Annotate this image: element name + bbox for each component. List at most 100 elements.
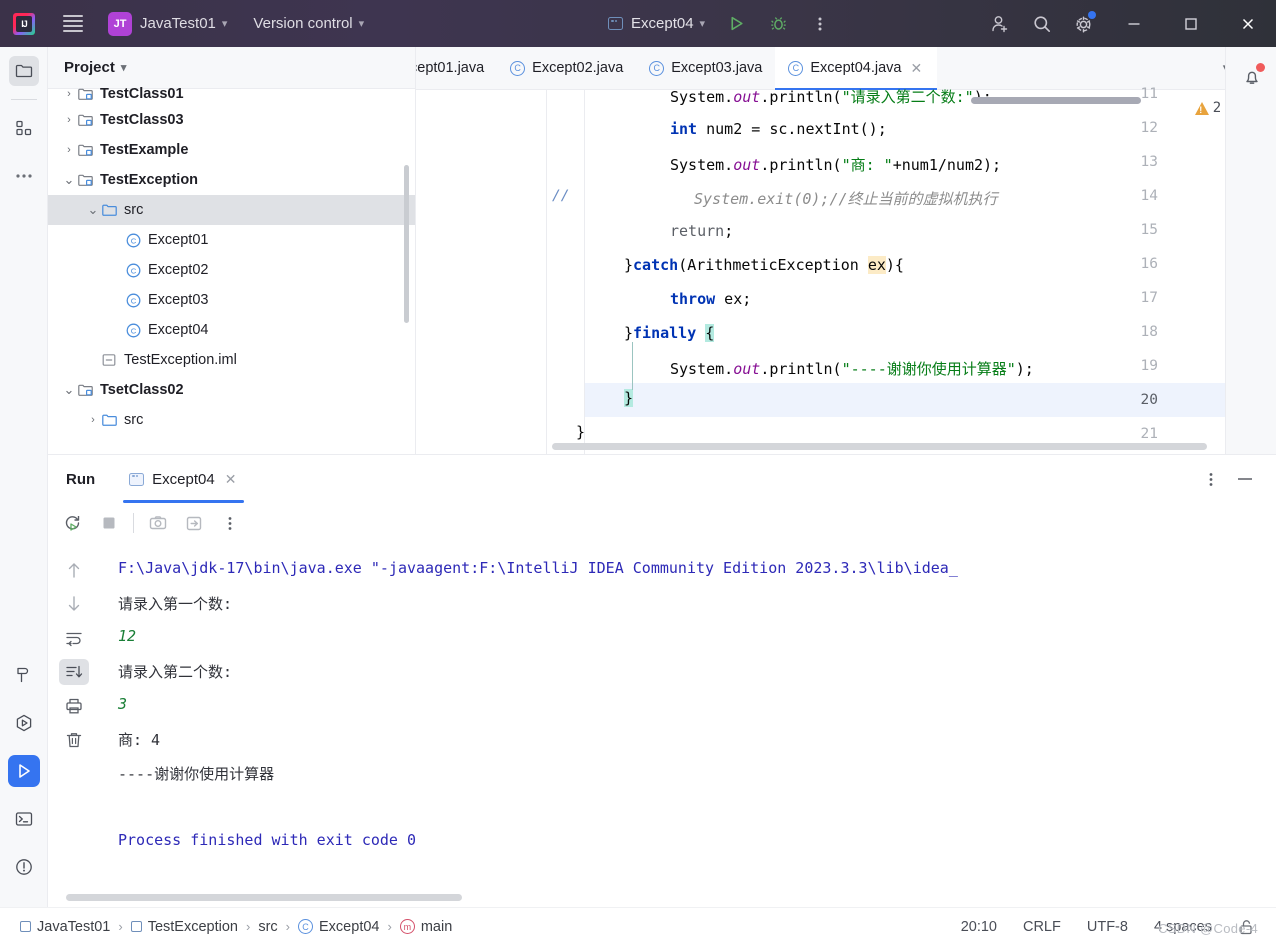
console-line: ----谢谢你使用计算器 (118, 765, 275, 783)
scroll-up-icon[interactable] (48, 553, 100, 587)
project-badge: JT (108, 11, 132, 36)
module-icon (130, 921, 142, 932)
camera-icon[interactable] (141, 507, 175, 539)
close-icon[interactable] (1219, 0, 1276, 47)
close-icon[interactable]: ✕ (223, 471, 239, 488)
file-encoding[interactable]: UTF-8 (1087, 919, 1128, 935)
chevron-down-icon[interactable]: ⌄ (86, 203, 100, 216)
rerun-icon[interactable] (56, 507, 90, 539)
sidebar-item-structure[interactable] (0, 104, 48, 152)
print-icon[interactable] (48, 689, 100, 723)
chevron-right-icon[interactable]: › (62, 114, 76, 126)
tab-except03-java[interactable]: C Except03.java (636, 47, 775, 89)
tree-node-label: src (124, 412, 144, 428)
chevron-right-icon[interactable]: › (62, 88, 76, 100)
version-control-menu[interactable]: Version control ▾ (253, 15, 364, 32)
console-line: 12 (118, 627, 137, 645)
console-output[interactable]: F:\Java\jdk-17\bin\java.exe "-javaagent:… (100, 543, 1276, 907)
notifications-icon[interactable] (1226, 47, 1276, 107)
toolbar-divider (133, 513, 134, 533)
tree-node-except01[interactable]: C Except01 (48, 225, 415, 255)
settings-gear-icon[interactable] (1063, 0, 1105, 47)
breadcrumb-item-except04[interactable]: C Except04 (298, 919, 379, 935)
chevron-down-icon[interactable]: ⌄ (62, 173, 76, 186)
code-editor[interactable]: 11 12 13 14 15 16 17 18 19 20 21 System.out.printl… (416, 86, 1276, 454)
unlocked-icon[interactable] (1238, 918, 1254, 936)
project-tree: › TestClass01 › TestClass03 › TestExample ⌄ Tes… (48, 86, 415, 435)
tree-node-testexception[interactable]: ⌄ TestException (48, 165, 415, 195)
breadcrumb-item-testexception[interactable]: TestException (130, 918, 238, 935)
tree-node-tsetclass02[interactable]: ⌄ TsetClass02 (48, 375, 415, 405)
sidebar-item-more[interactable] (0, 152, 48, 200)
tab-except04-run[interactable]: Except04 ✕ (123, 455, 245, 503)
breadcrumb-item-main[interactable]: m main (399, 918, 453, 935)
clear-all-icon[interactable] (48, 723, 100, 757)
sidebar-item-run-anything[interactable] (0, 699, 48, 747)
tree-node-src[interactable]: ⌄ src (48, 195, 415, 225)
module-icon (76, 142, 94, 159)
run-configuration-selector[interactable]: Except04 ▾ (608, 15, 705, 32)
breadcrumb-label: main (420, 918, 453, 935)
sidebar-item-problems[interactable] (0, 843, 48, 891)
hamburger-menu-icon[interactable] (54, 15, 92, 32)
tab-cept01-java[interactable]: cept01.java (416, 47, 497, 89)
chevron-down-icon: ▾ (699, 18, 706, 30)
hide-tool-window-icon[interactable] (1230, 464, 1260, 494)
tree-node-except04[interactable]: C Except04 (48, 315, 415, 345)
editor-gutter[interactable] (416, 90, 585, 454)
tab-except04-java[interactable]: C Except04.java ✕ (775, 47, 938, 90)
breadcrumb-item-javatest01[interactable]: JavaTest01 (20, 919, 110, 935)
tab-except02-java[interactable]: C Except02.java (497, 47, 636, 89)
indent-setting[interactable]: 4 spaces (1154, 919, 1212, 935)
run-icon[interactable] (715, 0, 757, 47)
add-account-icon[interactable] (979, 0, 1021, 47)
run-window-header: Run Except04 ✕ (48, 455, 1276, 503)
chevron-right-icon[interactable]: › (62, 144, 76, 156)
tree-node-label: Except04 (148, 322, 209, 338)
settings-notification-dot (1088, 11, 1096, 19)
editor-tab-strip: cept01.java C Except02.java C Except03.java C… (416, 47, 1276, 90)
rail-divider (10, 99, 37, 100)
tree-node-testclass03[interactable]: › TestClass03 (48, 105, 415, 135)
tree-node-testexample[interactable]: › TestExample (48, 135, 415, 165)
project-tree-scrollbar[interactable] (404, 165, 409, 323)
caret-position[interactable]: 20:10 (961, 919, 997, 935)
sidebar-item-build[interactable] (0, 651, 48, 699)
tree-node-src[interactable]: › src (48, 405, 415, 435)
sidebar-item-run[interactable] (0, 747, 48, 795)
line-separator[interactable]: CRLF (1023, 919, 1061, 935)
console-horizontal-scrollbar[interactable] (66, 894, 462, 901)
tree-node-except02[interactable]: C Except02 (48, 255, 415, 285)
sidebar-item-project[interactable] (0, 47, 48, 95)
breadcrumb-item-src[interactable]: src (258, 919, 277, 935)
more-options-icon[interactable] (213, 507, 247, 539)
maximize-icon[interactable] (1162, 0, 1219, 47)
editor-horizontal-scrollbar[interactable] (552, 443, 1207, 450)
more-options-icon[interactable] (799, 0, 841, 47)
editor-top-scroll-indicator[interactable] (971, 97, 1141, 104)
close-icon[interactable]: ✕ (908, 60, 924, 77)
warning-triangle-icon (1194, 101, 1209, 115)
scroll-down-icon[interactable] (48, 587, 100, 621)
soft-wrap-icon[interactable] (48, 621, 100, 655)
tree-node-testclass01[interactable]: › TestClass01 (48, 83, 415, 105)
breadcrumb-label: TestException (147, 918, 238, 935)
minimize-icon[interactable] (1105, 0, 1162, 47)
export-icon[interactable] (177, 507, 211, 539)
tree-node-except03[interactable]: C Except03 (48, 285, 415, 315)
editor-area: cept01.java C Except02.java C Except03.java C… (416, 47, 1276, 454)
more-options-icon[interactable] (1196, 464, 1226, 494)
sidebar-item-terminal[interactable] (0, 795, 48, 843)
tree-node-testexception-iml[interactable]: TestException.iml (48, 345, 415, 375)
source-folder-icon (100, 412, 118, 429)
chevron-right-icon[interactable]: › (86, 414, 100, 426)
project-switcher[interactable]: JT JavaTest01 ▾ (96, 11, 227, 36)
debug-icon[interactable] (757, 0, 799, 47)
chevron-down-icon[interactable]: ⌄ (62, 383, 76, 396)
scroll-to-end-icon[interactable] (48, 655, 100, 689)
commented-line-marker: // (552, 188, 570, 204)
line-number: 20 (1140, 392, 1158, 408)
tree-node-label: TestClass01 (100, 86, 184, 102)
search-icon[interactable] (1021, 0, 1063, 47)
stop-icon[interactable] (92, 507, 126, 539)
